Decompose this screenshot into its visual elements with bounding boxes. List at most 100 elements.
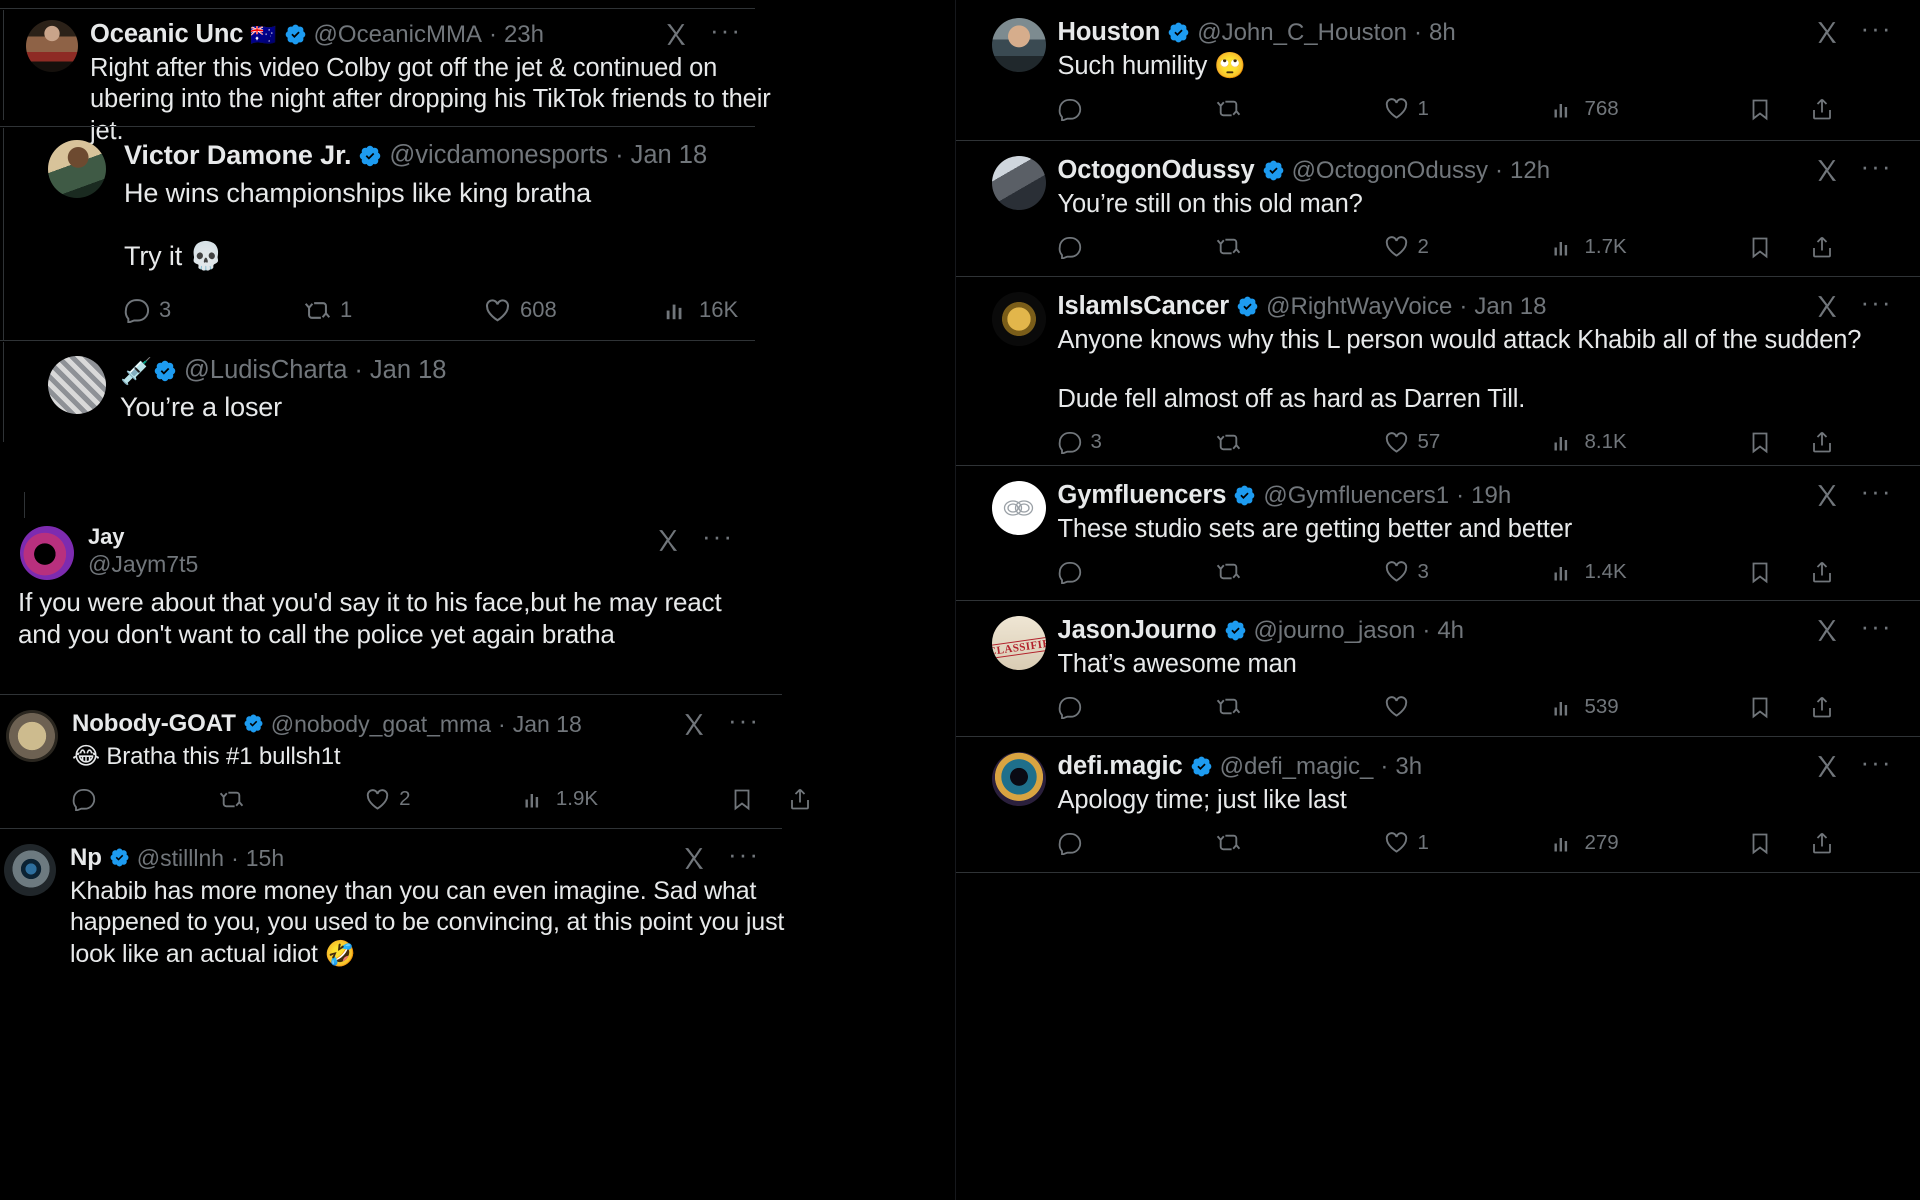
handle[interactable]: @Gymfluencers1: [1263, 482, 1449, 510]
retweet-action[interactable]: [1216, 694, 1384, 719]
like-action[interactable]: 1: [1384, 830, 1552, 855]
timestamp[interactable]: Jan 18: [370, 356, 447, 385]
retweet-action[interactable]: [1216, 830, 1384, 855]
avatar[interactable]: [991, 156, 1046, 210]
avatar[interactable]: [26, 20, 78, 72]
timestamp[interactable]: Jan 18: [513, 711, 582, 737]
tweet-houston[interactable]: ··· Houston @John_C_Houston · 8h Such hu…: [956, 4, 1920, 137]
like-action[interactable]: 57: [1384, 430, 1552, 455]
more-options-icon[interactable]: ···: [1861, 153, 1893, 181]
more-options-icon[interactable]: ···: [1861, 15, 1893, 43]
views-action[interactable]: 1.4K: [1552, 560, 1748, 584]
timestamp[interactable]: 15h: [246, 845, 284, 871]
handle[interactable]: @vicdamonesports: [389, 141, 608, 170]
retweet-action[interactable]: [1216, 430, 1384, 455]
handle[interactable]: @RightWayVoice: [1266, 293, 1452, 321]
share-action[interactable]: [1810, 560, 1834, 584]
handle[interactable]: @Jaym7t5: [88, 551, 782, 577]
retweet-action[interactable]: 1: [304, 297, 484, 324]
more-options-icon[interactable]: ···: [1861, 749, 1893, 777]
views-action[interactable]: 279: [1552, 831, 1748, 855]
timestamp[interactable]: Jan 18: [631, 141, 708, 170]
display-name[interactable]: Gymfluencers: [1058, 481, 1227, 510]
retweet-action[interactable]: [1216, 559, 1384, 584]
retweet-action[interactable]: [1216, 234, 1384, 259]
grok-x-icon[interactable]: [655, 528, 680, 553]
display-name[interactable]: IslamIsCancer: [1058, 292, 1230, 321]
grok-x-icon[interactable]: [663, 22, 688, 47]
retweet-action[interactable]: [1216, 96, 1384, 121]
grok-x-icon[interactable]: [1814, 158, 1839, 183]
tweet-islamiscancer[interactable]: ··· IslamIsCancer @RightWayVoice · Jan 1…: [956, 278, 1920, 471]
grok-x-icon[interactable]: [1814, 20, 1839, 45]
reply-action[interactable]: 3: [1058, 430, 1216, 455]
reply-action[interactable]: [1058, 560, 1216, 584]
reply-action[interactable]: 3: [124, 297, 304, 324]
timestamp[interactable]: 12h: [1510, 157, 1550, 185]
tweet-octogonodussy[interactable]: ··· OctogonOdussy @OctogonOdussy · 12h Y…: [956, 142, 1920, 275]
share-action[interactable]: [1810, 235, 1834, 259]
timestamp[interactable]: 23h: [504, 21, 544, 49]
reply-action[interactable]: [1058, 695, 1216, 719]
timestamp[interactable]: 8h: [1429, 19, 1456, 47]
grok-x-icon[interactable]: [1814, 618, 1839, 643]
display-name[interactable]: OctogonOdussy: [1058, 156, 1255, 185]
views-action[interactable]: 768: [1552, 97, 1748, 121]
avatar[interactable]: [991, 481, 1046, 535]
display-name[interactable]: JasonJourno: [1058, 616, 1217, 645]
tweet-ludischarta[interactable]: 💉 @LudisCharta · Jan 18 You’re a loser: [0, 342, 830, 442]
more-options-icon[interactable]: ···: [702, 523, 734, 551]
more-options-icon[interactable]: ···: [728, 707, 760, 735]
display-name[interactable]: Houston: [1058, 18, 1161, 47]
reply-action[interactable]: [72, 787, 219, 812]
views-action[interactable]: 1.9K: [523, 787, 662, 811]
grok-x-icon[interactable]: [681, 846, 706, 871]
tweet-np[interactable]: ··· Np @stilllnh · 15h Khabib has more m…: [0, 830, 800, 976]
avatar[interactable]: [991, 292, 1046, 346]
avatar[interactable]: [6, 710, 58, 762]
avatar[interactable]: CLASSIFIED: [991, 616, 1046, 670]
bookmark-action[interactable]: [1748, 695, 1772, 719]
timestamp[interactable]: Jan 18: [1474, 293, 1546, 321]
avatar[interactable]: [48, 356, 106, 414]
display-name[interactable]: defi.magic: [1058, 752, 1183, 781]
views-action[interactable]: 16K: [664, 297, 738, 323]
reply-action[interactable]: [1058, 831, 1216, 855]
grok-x-icon[interactable]: [681, 712, 706, 737]
avatar[interactable]: [4, 844, 56, 896]
display-name[interactable]: Nobody-GOAT: [72, 710, 236, 738]
share-action[interactable]: [1810, 831, 1834, 855]
more-options-icon[interactable]: ···: [1861, 613, 1893, 641]
handle[interactable]: @John_C_Houston: [1197, 19, 1407, 47]
avatar[interactable]: [20, 526, 74, 580]
like-action[interactable]: 3: [1384, 559, 1552, 584]
bookmark-action[interactable]: [730, 787, 754, 811]
bookmark-action[interactable]: [1748, 430, 1772, 454]
timestamp[interactable]: 19h: [1471, 482, 1511, 510]
like-action[interactable]: 608: [484, 297, 664, 324]
like-action[interactable]: [1384, 694, 1552, 719]
tweet-gymfluencers[interactable]: ··· Gymfluencers @Gymfluencers1 · 19h Th…: [956, 467, 1920, 600]
like-action[interactable]: 1: [1384, 96, 1552, 121]
views-action[interactable]: 1.7K: [1552, 235, 1748, 259]
grok-x-icon[interactable]: [1814, 754, 1839, 779]
share-action[interactable]: [1810, 695, 1834, 719]
handle[interactable]: @OctogonOdussy: [1292, 157, 1488, 185]
grok-x-icon[interactable]: [1814, 294, 1839, 319]
handle[interactable]: @stilllnh: [137, 845, 224, 871]
grok-x-icon[interactable]: [1814, 483, 1839, 508]
retweet-action[interactable]: [219, 787, 366, 812]
like-action[interactable]: 2: [1384, 234, 1552, 259]
tweet-jay[interactable]: ··· Jay @Jaym7t5: [0, 492, 800, 586]
avatar[interactable]: [991, 752, 1046, 806]
timestamp[interactable]: 3h: [1395, 753, 1422, 781]
reply-action[interactable]: [1058, 235, 1216, 259]
tweet-jasonjourno[interactable]: CLASSIFIED ··· JasonJourno @journo_jason…: [956, 602, 1920, 735]
bookmark-action[interactable]: [1748, 97, 1772, 121]
views-action[interactable]: 8.1K: [1552, 430, 1748, 454]
display-name[interactable]: Oceanic Unc: [90, 20, 243, 49]
more-options-icon[interactable]: ···: [728, 841, 760, 869]
bookmark-action[interactable]: [1748, 560, 1772, 584]
tweet-nobody-goat[interactable]: ··· Nobody-GOAT @nobody_goat_mma · Jan 1…: [0, 696, 809, 828]
more-options-icon[interactable]: ···: [710, 17, 742, 45]
